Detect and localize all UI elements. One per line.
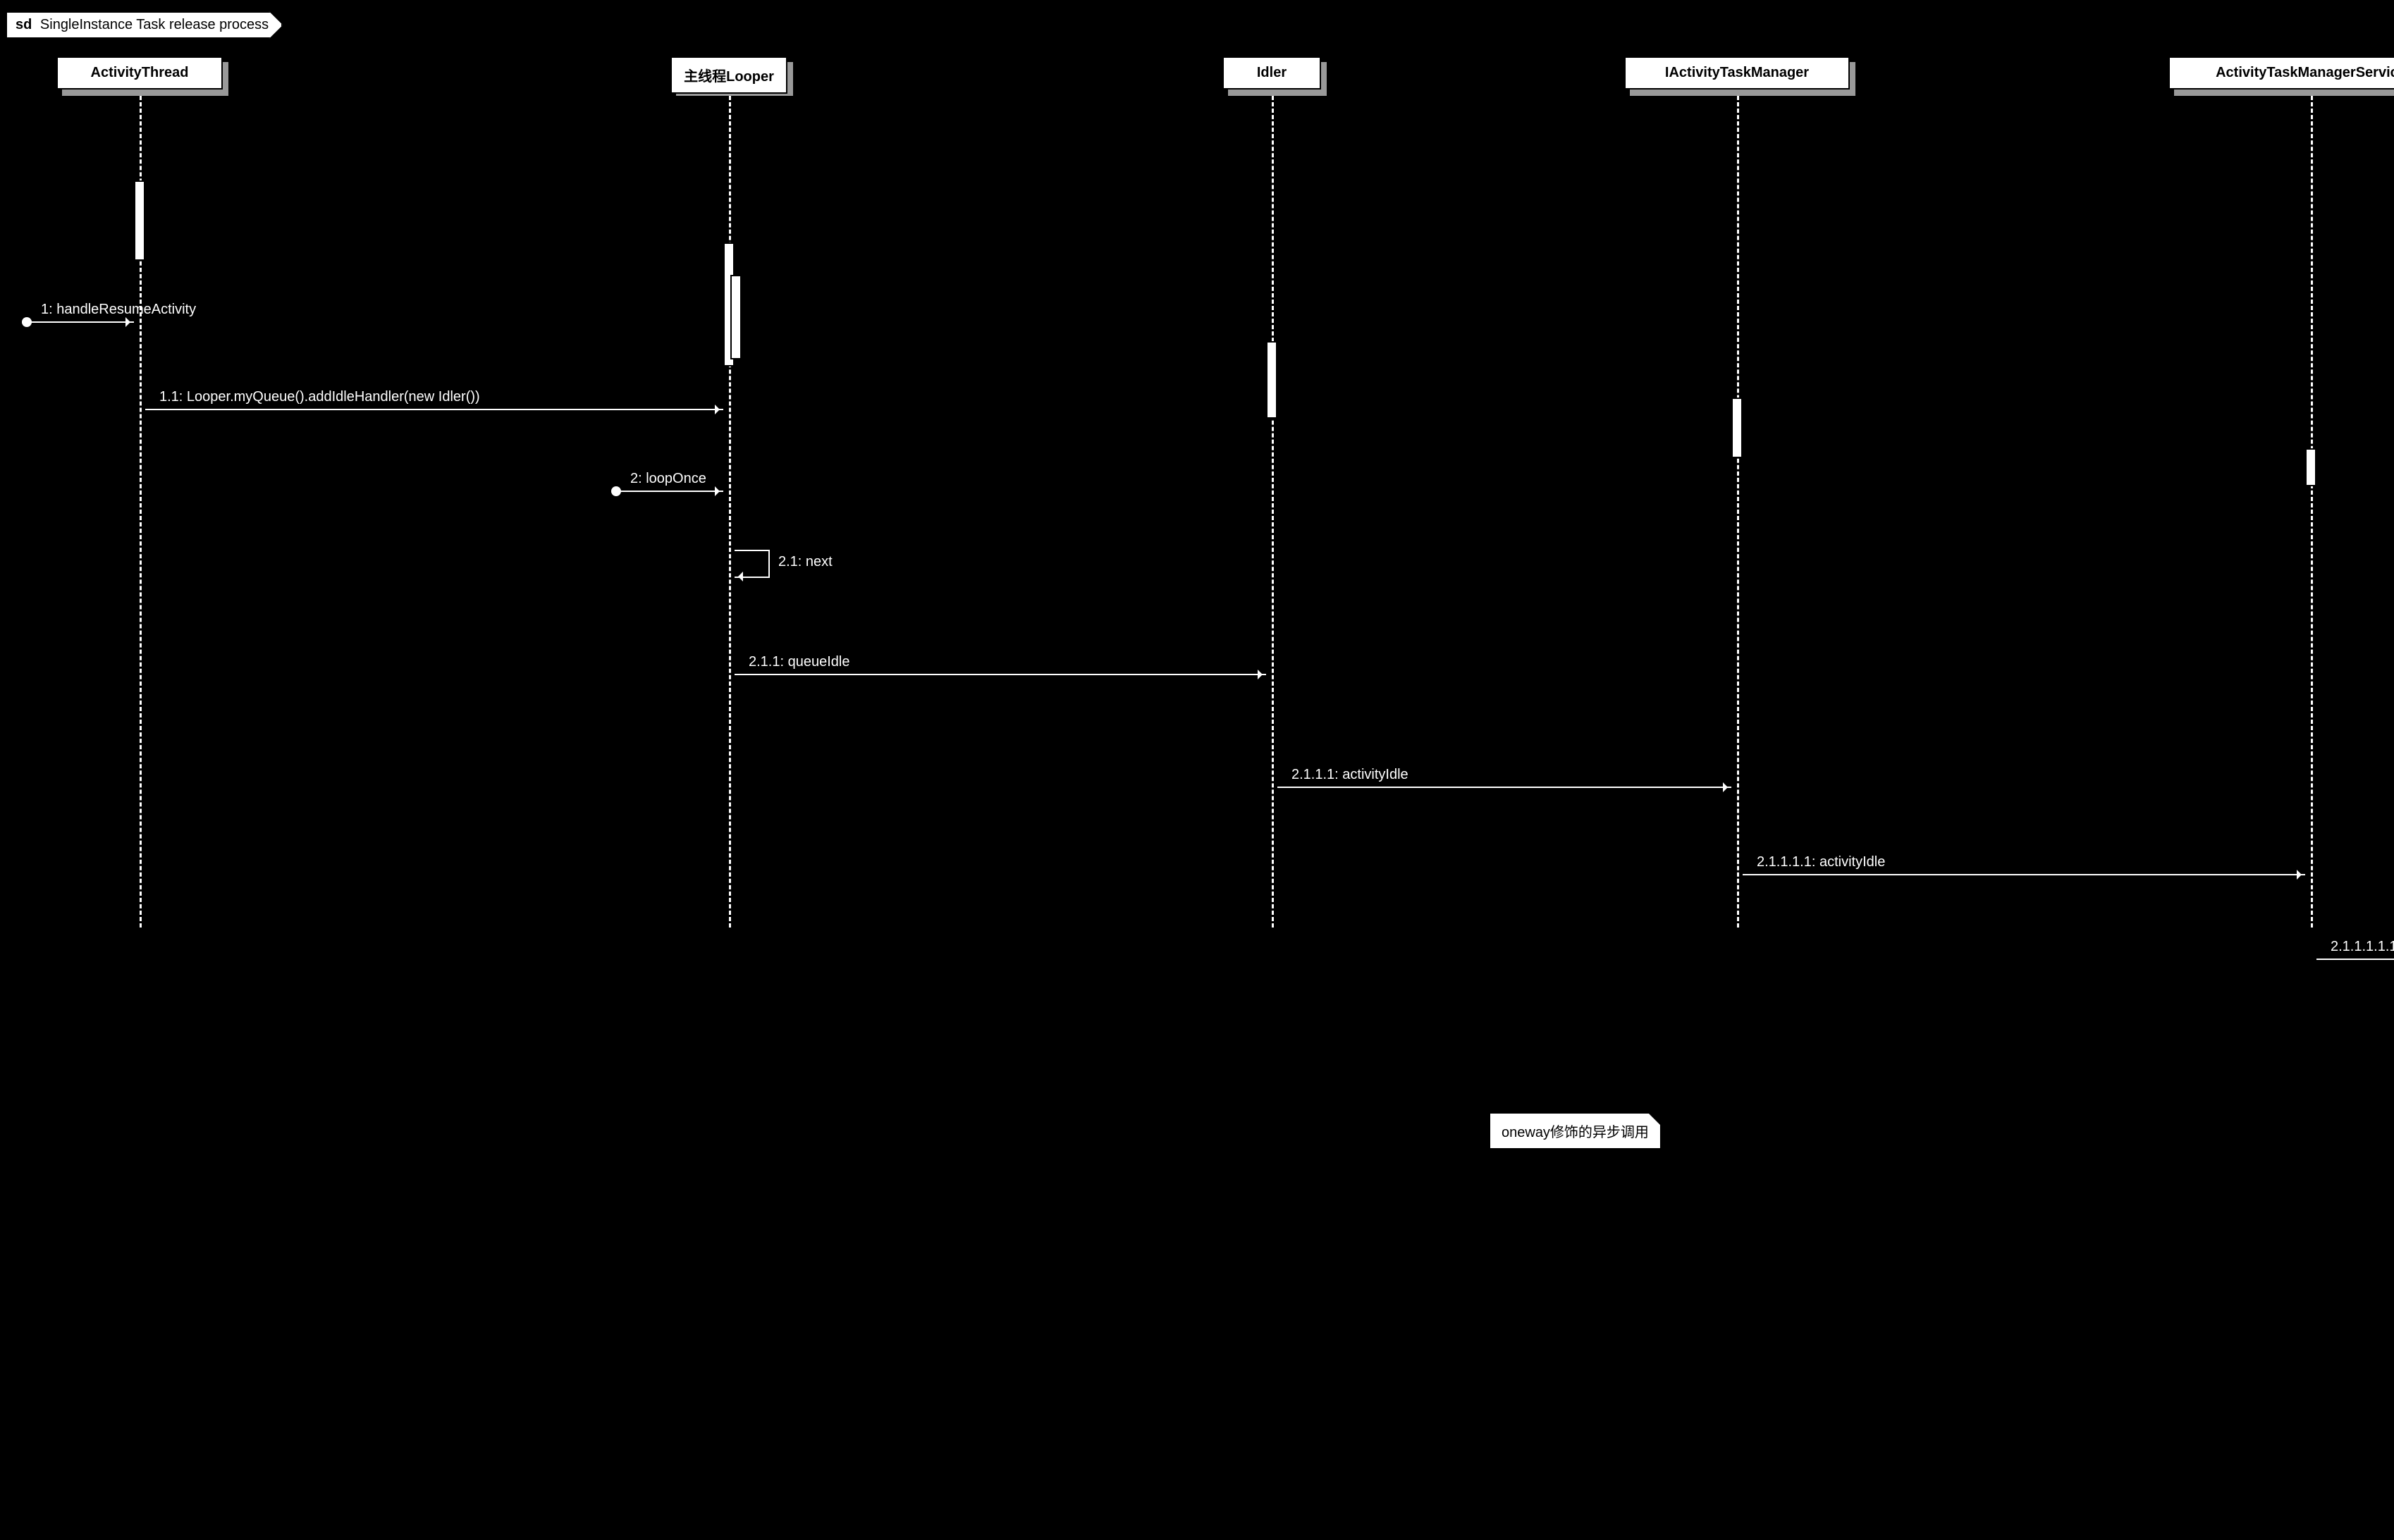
message-label: 2: loopOnce [630,471,706,487]
message-arrow [2316,959,2394,960]
message-arrow [27,321,134,323]
message-arrow [145,409,723,410]
found-origin-dot [22,317,32,327]
participant-looper: 主线程Looper [670,56,787,94]
message-label: 2.1.1: queueIdle [749,654,849,670]
self-message-arrow [735,550,770,578]
message-arrow [1743,874,2305,875]
activation-bar [730,275,742,359]
frame-label: sd SingleInstance Task release process [6,11,283,39]
participant-atms: ActivityTaskManagerService [2168,56,2394,90]
message-arrow [735,674,1266,675]
lifeline [2311,96,2313,928]
lifeline [1272,96,1274,928]
activation-bar [2305,448,2316,486]
lifeline [729,96,731,928]
note: oneway修饰的异步调用 [1490,1114,1660,1148]
message-label: 1: handleResumeActivity [41,302,196,318]
message-arrow [616,491,723,492]
activation-bar [1731,398,1743,458]
message-arrow [1277,787,1731,788]
message-label: 2.1.1.1.1.1: activityIdleInternal [2331,939,2394,955]
frame-tag: sd [16,17,32,32]
activation-bar [1266,341,1277,419]
found-origin-dot [611,486,621,496]
lifeline [1737,96,1739,928]
participant-activitythread: ActivityThread [56,56,223,90]
message-label: 2.1.1.1.1: activityIdle [1757,854,1885,870]
participant-box: ActivityThread [56,56,223,90]
participant-box: ActivityTaskManagerService [2168,56,2394,90]
message-label: 2.1: next [778,554,833,570]
frame-title: SingleInstance Task release process [40,17,269,32]
participant-box: 主线程Looper [670,56,787,94]
participant-box: IActivityTaskManager [1624,56,1850,90]
message-label: 2.1.1.1: activityIdle [1291,767,1408,783]
activation-bar [134,180,145,261]
participant-idler: Idler [1222,56,1321,90]
participant-iatm: IActivityTaskManager [1624,56,1850,90]
message-label: 1.1: Looper.myQueue().addIdleHandler(new… [159,389,480,405]
participant-box: Idler [1222,56,1321,90]
